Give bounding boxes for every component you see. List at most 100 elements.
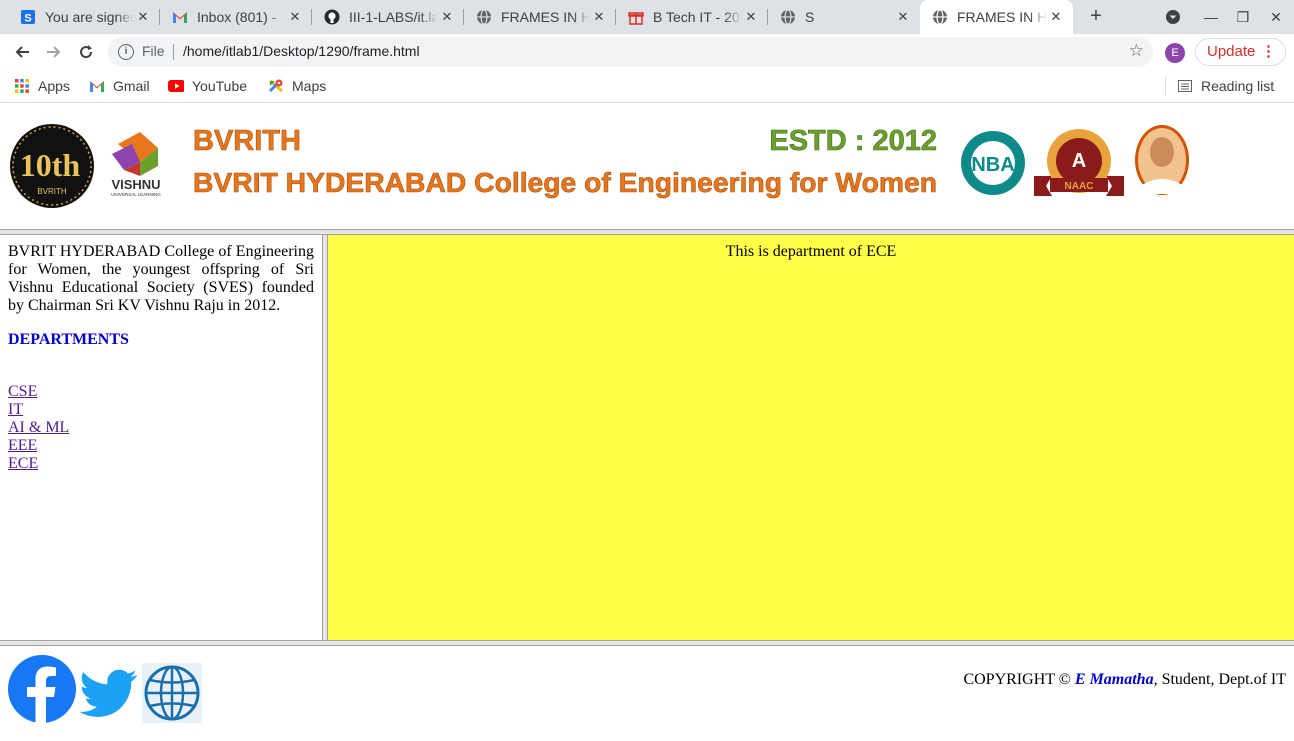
website-globe-icon[interactable]: [142, 663, 202, 723]
close-icon[interactable]: ✕: [894, 8, 912, 26]
github-icon: [324, 9, 340, 25]
restore-icon[interactable]: ❐: [1231, 5, 1255, 29]
dept-link-cse[interactable]: CSE: [8, 383, 314, 401]
tab-title: You are signed in: [45, 9, 134, 25]
dept-link-ece[interactable]: ECE: [8, 455, 314, 473]
back-icon[interactable]: [8, 38, 36, 66]
navigation-frame: BVRIT HYDERABAD College of Engineering f…: [0, 235, 322, 640]
college-name: BVRIT HYDERABAD College of Engineering f…: [193, 167, 937, 198]
tab-strip: S You are signed in ✕ Inbox (801) - ✕ II…: [0, 0, 1294, 34]
bookmarks-bar: Apps Gmail YouTube Maps Reading list: [0, 70, 1294, 103]
svg-text:VISHNU: VISHNU: [111, 177, 160, 192]
dept-link-it[interactable]: IT: [8, 401, 314, 419]
apps-grid-icon: [14, 78, 30, 94]
avatar[interactable]: E: [1165, 43, 1185, 63]
s-icon: S: [20, 9, 36, 25]
address-bar[interactable]: i File /home/itlab1/Desktop/1290/frame.h…: [108, 37, 1153, 67]
gift-icon: [628, 9, 644, 25]
svg-text:NAAC: NAAC: [1065, 181, 1094, 192]
svg-text:S: S: [24, 13, 31, 25]
svg-text:BVRITH: BVRITH: [37, 187, 67, 196]
globe-icon: [780, 9, 796, 25]
tab-title: Inbox (801) -: [197, 9, 277, 25]
vishnu-logo: VISHNU UNIVERSAL LEARNING: [111, 132, 161, 197]
author-name: E Mamatha: [1074, 671, 1154, 688]
info-icon[interactable]: i: [118, 44, 134, 60]
bookmark-apps[interactable]: Apps: [14, 76, 70, 96]
globe-icon: [932, 9, 948, 25]
copyright-prefix: COPYRIGHT ©: [963, 671, 1071, 688]
nba-logo: NBA: [961, 131, 1025, 195]
bookmark-youtube[interactable]: YouTube: [168, 76, 247, 96]
banner-frame: 10th BVRITH VISHNU UNIVERSAL LEARNING BV…: [0, 104, 1294, 229]
reading-list-icon: [1177, 78, 1193, 94]
copyright-text: COPYRIGHT © E Mamatha, Student, Dept.of …: [963, 671, 1286, 689]
svg-text:NBA: NBA: [971, 154, 1014, 176]
dept-link-aiml[interactable]: AI & ML: [8, 419, 314, 437]
department-message: This is department of ECE: [725, 243, 897, 260]
close-icon[interactable]: ✕: [134, 8, 152, 26]
reading-list-button[interactable]: Reading list: [1177, 76, 1274, 96]
maps-icon: [268, 78, 284, 94]
dept-link-eee[interactable]: EEE: [8, 437, 314, 455]
svg-text:10th: 10th: [20, 147, 81, 183]
close-icon[interactable]: ✕: [590, 8, 608, 26]
tab-search-icon[interactable]: [1161, 5, 1185, 29]
forward-icon[interactable]: [40, 38, 68, 66]
content-frame: This is department of ECE: [328, 235, 1294, 640]
bookmark-label: Apps: [38, 78, 70, 94]
close-icon[interactable]: ✕: [742, 8, 760, 26]
twitter-icon[interactable]: [80, 664, 138, 722]
toolbar: i File /home/itlab1/Desktop/1290/frame.h…: [0, 34, 1294, 70]
browser-tab[interactable]: III-1-LABS/it.lab ✕: [304, 0, 464, 34]
web-page: 10th BVRITH VISHNU UNIVERSAL LEARNING BV…: [0, 104, 1294, 741]
departments-list: CSE IT AI & ML EEE ECE: [8, 383, 314, 473]
close-icon[interactable]: ✕: [286, 8, 304, 26]
browser-tab[interactable]: S You are signed in ✕: [0, 0, 160, 34]
update-label: Update: [1207, 43, 1256, 60]
banner-image: 10th BVRITH VISHNU UNIVERSAL LEARNING BV…: [10, 124, 1189, 208]
youtube-icon: [168, 78, 184, 94]
author-role: , Student, Dept.of IT: [1153, 671, 1286, 688]
facebook-icon[interactable]: [8, 655, 76, 723]
tab-title: FRAMES IN HTML: [957, 9, 1047, 25]
close-icon[interactable]: ✕: [1047, 8, 1065, 26]
svg-text:A: A: [1072, 150, 1086, 172]
browser-tab[interactable]: Inbox (801) - ✕: [152, 0, 312, 34]
scheme-label: File: [142, 43, 165, 59]
anniversary-logo: 10th BVRITH: [10, 124, 94, 208]
bookmark-label: YouTube: [192, 78, 248, 94]
bookmark-maps[interactable]: Maps: [268, 76, 326, 96]
tab-title: FRAMES IN HTML: [501, 9, 590, 25]
star-icon[interactable]: ☆: [1129, 41, 1144, 61]
naac-logo: A NAAC: [1034, 129, 1124, 196]
bookmark-gmail[interactable]: Gmail: [89, 76, 150, 96]
tab-title: B Tech IT - 20: [653, 9, 740, 25]
url-text[interactable]: /home/itlab1/Desktop/1290/frame.html: [183, 43, 420, 59]
new-tab-button[interactable]: +: [1084, 5, 1108, 29]
footer-frame: COPYRIGHT © E Mamatha, Student, Dept.of …: [0, 646, 1294, 741]
bookmark-label: Gmail: [113, 78, 150, 94]
browser-tab[interactable]: S ✕: [760, 0, 920, 34]
tab-title: S: [805, 9, 815, 25]
close-window-icon[interactable]: ✕: [1264, 5, 1288, 29]
reading-list-label: Reading list: [1201, 78, 1275, 94]
close-icon[interactable]: ✕: [438, 8, 456, 26]
menu-icon[interactable]: ⋮: [1261, 39, 1276, 65]
minimize-icon[interactable]: —: [1199, 5, 1223, 29]
departments-heading: DEPARTMENTS: [8, 331, 129, 348]
globe-icon: [476, 9, 492, 25]
svg-text:UNIVERSAL LEARNING: UNIVERSAL LEARNING: [111, 192, 161, 197]
estd-label: ESTD : 2012: [769, 125, 937, 157]
short-name: BVRITH: [193, 125, 301, 157]
gmail-icon: [172, 9, 188, 25]
browser-tab-active[interactable]: FRAMES IN HTML ✕: [920, 0, 1073, 34]
browser-tab[interactable]: B Tech IT - 20 ✕: [608, 0, 768, 34]
tab-title: III-1-LABS/it.lab: [349, 9, 438, 25]
reload-icon[interactable]: [72, 38, 100, 66]
chairman-portrait: [1135, 125, 1189, 195]
browser-tab[interactable]: FRAMES IN HTML ✕: [456, 0, 616, 34]
gmail-icon: [89, 78, 105, 94]
bookmark-label: Maps: [292, 78, 327, 94]
update-button[interactable]: Update ⋮: [1195, 38, 1286, 66]
